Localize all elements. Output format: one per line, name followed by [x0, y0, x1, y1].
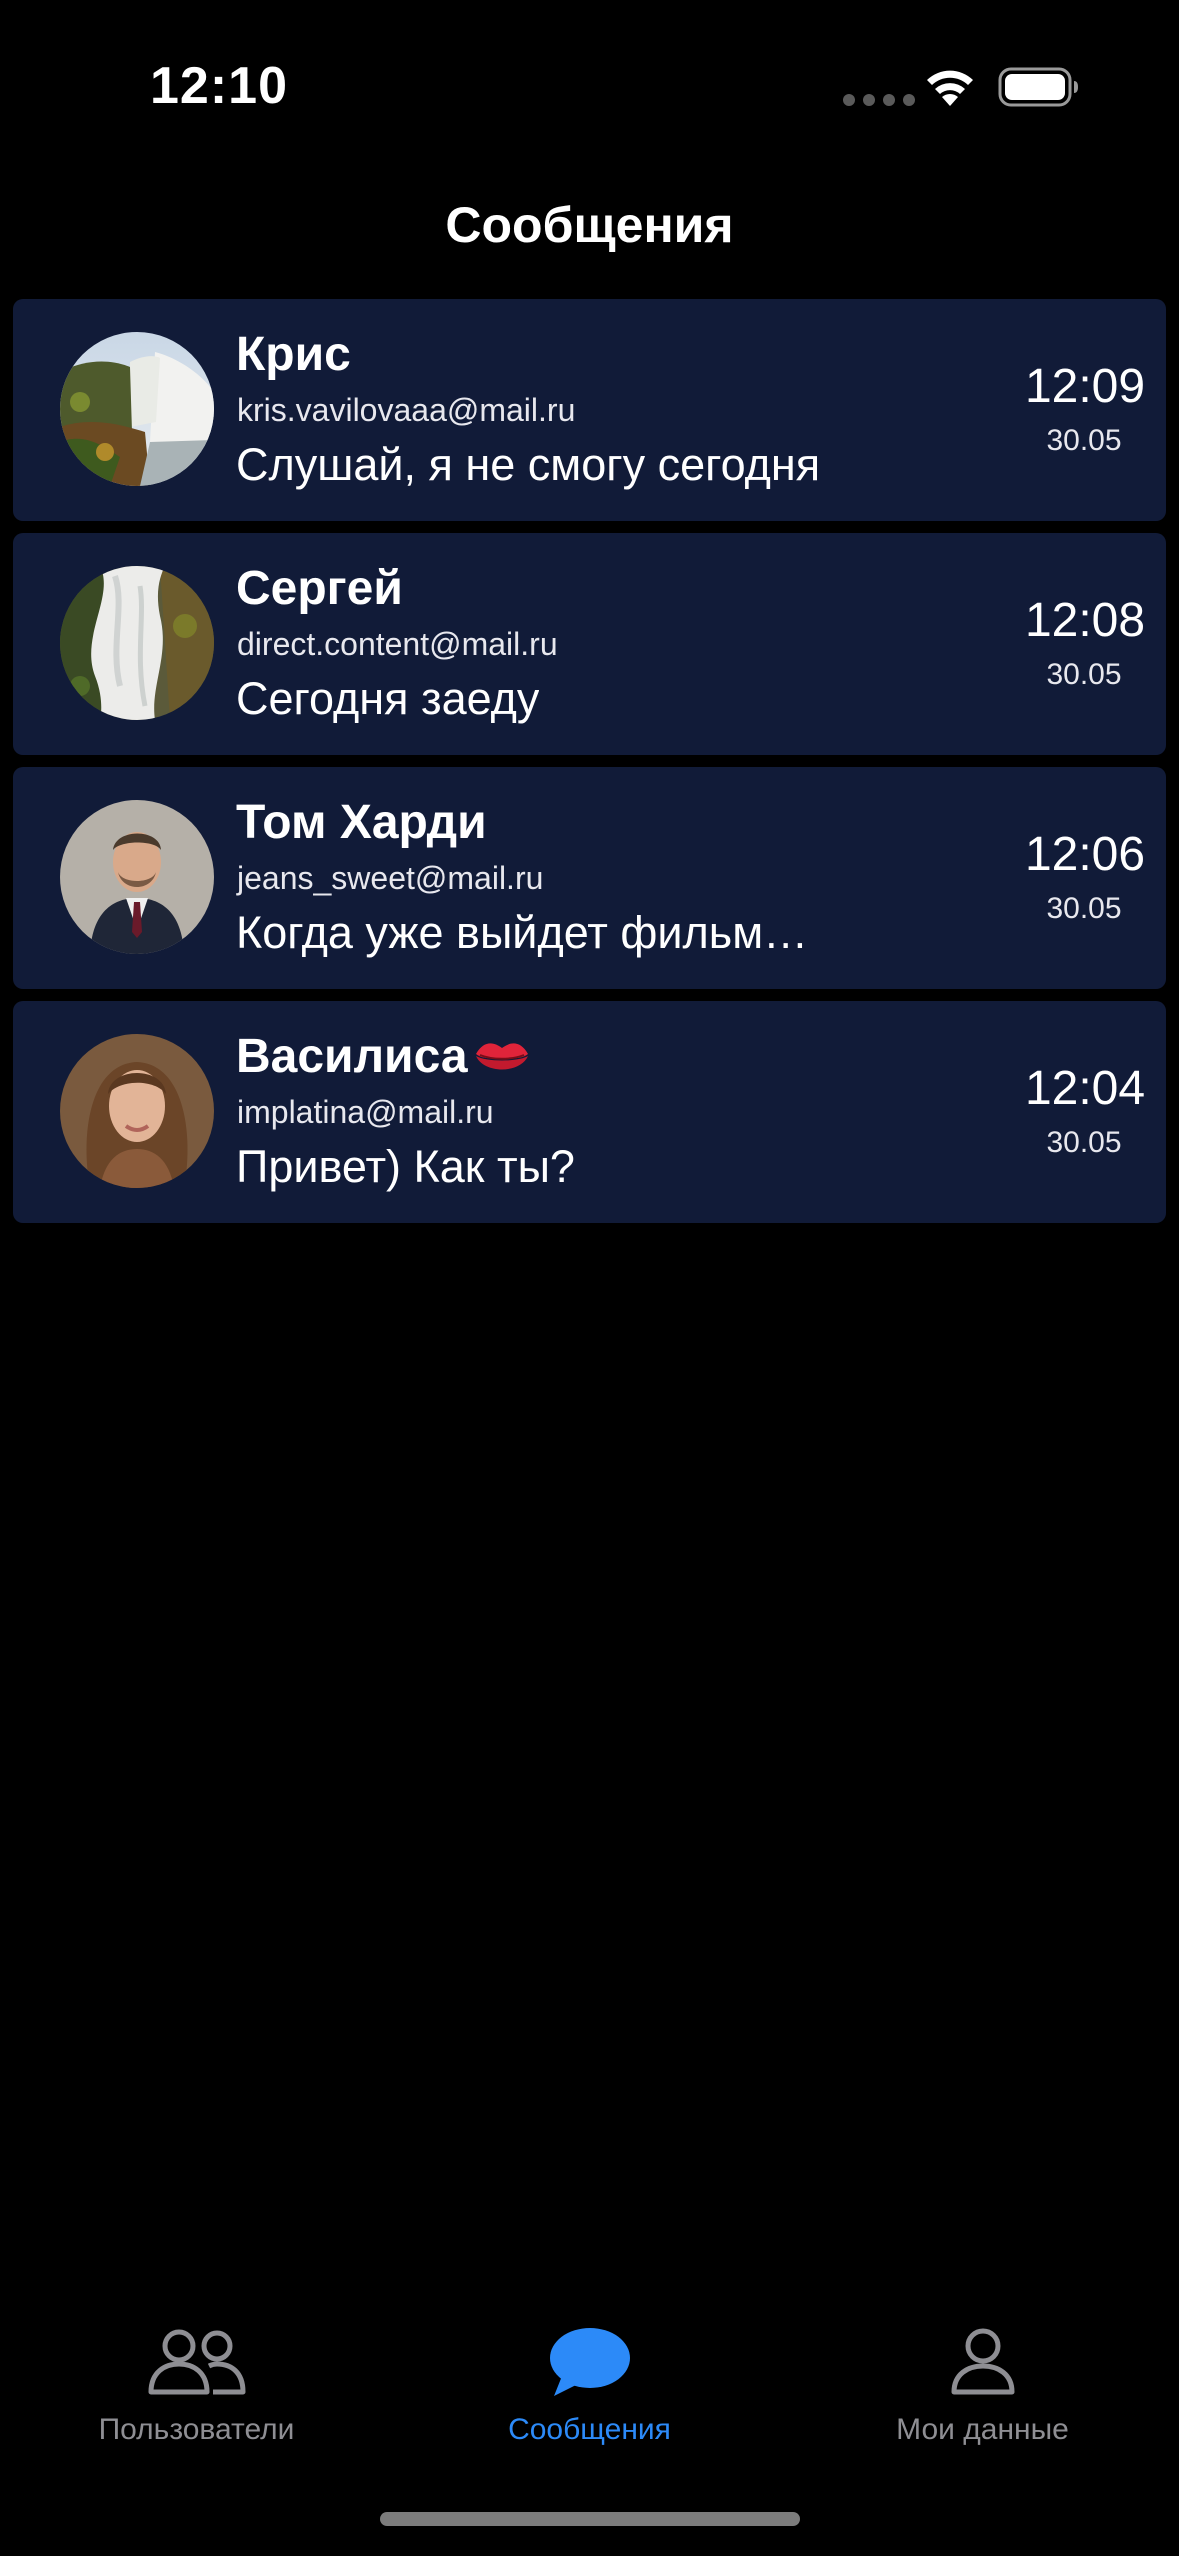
- users-icon: [148, 2329, 245, 2395]
- cellular-signal-icon: [843, 94, 915, 106]
- message-preview: Привет) Как ты?: [236, 1141, 575, 1192]
- home-indicator[interactable]: [380, 2512, 800, 2526]
- tab-label: Сообщения: [508, 2413, 671, 2446]
- message-row[interactable]: Крис kris.vavilovaaa@mail.ru Слушай, я н…: [13, 299, 1166, 521]
- contact-email: kris.vavilovaaa@mail.ru: [237, 392, 576, 428]
- contact-name: Сергей: [236, 562, 403, 615]
- contact-name: Василиса: [236, 1029, 530, 1084]
- avatar: [60, 332, 214, 486]
- tab-users[interactable]: Пользователи: [0, 2300, 393, 2460]
- message-date: 30.05: [1046, 658, 1122, 691]
- chat-bubble-icon: [549, 2328, 630, 2396]
- message-row[interactable]: Василиса implatina@mail.ru Привет) Как т…: [13, 1001, 1166, 1223]
- message-time: 12:09: [1024, 360, 1146, 413]
- avatar: [60, 566, 214, 720]
- message-list: Крис kris.vavilovaaa@mail.ru Слушай, я н…: [13, 299, 1166, 1235]
- message-preview: Сегодня заеду: [236, 673, 540, 724]
- tab-label: Пользователи: [98, 2413, 295, 2446]
- message-time: 12:04: [1024, 1062, 1146, 1115]
- message-date: 30.05: [1046, 892, 1122, 925]
- tab-label: Мои данные: [896, 2413, 1069, 2446]
- status-bar: 12:10: [0, 0, 1179, 150]
- message-date: 30.05: [1046, 1126, 1122, 1159]
- contact-email: direct.content@mail.ru: [237, 626, 558, 662]
- person-icon: [951, 2328, 1014, 2395]
- message-date: 30.05: [1046, 424, 1122, 457]
- tab-my-data[interactable]: Мои данные: [786, 2300, 1179, 2460]
- message-preview: Слушай, я не смогу сегодня: [236, 439, 821, 490]
- message-row[interactable]: Том Харди jeans_sweet@mail.ru Когда уже …: [13, 767, 1166, 989]
- contact-name-text: Василиса: [236, 1030, 468, 1083]
- tab-messages[interactable]: Сообщения: [393, 2300, 786, 2460]
- avatar: [60, 1034, 214, 1188]
- contact-name: Крис: [236, 328, 351, 381]
- wifi-icon: [927, 70, 973, 106]
- message-time: 12:08: [1024, 594, 1146, 647]
- contact-email: jeans_sweet@mail.ru: [237, 860, 544, 896]
- message-time: 12:06: [1024, 828, 1146, 881]
- message-row[interactable]: Сергей direct.content@mail.ru Сегодня за…: [13, 533, 1166, 755]
- page-title: Сообщения: [445, 197, 734, 253]
- lips-icon: [475, 1043, 528, 1070]
- battery-icon: [998, 67, 1078, 107]
- avatar: [60, 800, 214, 954]
- message-preview: Когда уже выйдет фильм…: [236, 907, 809, 958]
- contact-name: Том Харди: [236, 796, 487, 849]
- tab-bar: Пользователи Сообщения Мои данные: [0, 2300, 1179, 2460]
- contact-email: implatina@mail.ru: [237, 1094, 494, 1130]
- status-time: 12:10: [150, 57, 288, 115]
